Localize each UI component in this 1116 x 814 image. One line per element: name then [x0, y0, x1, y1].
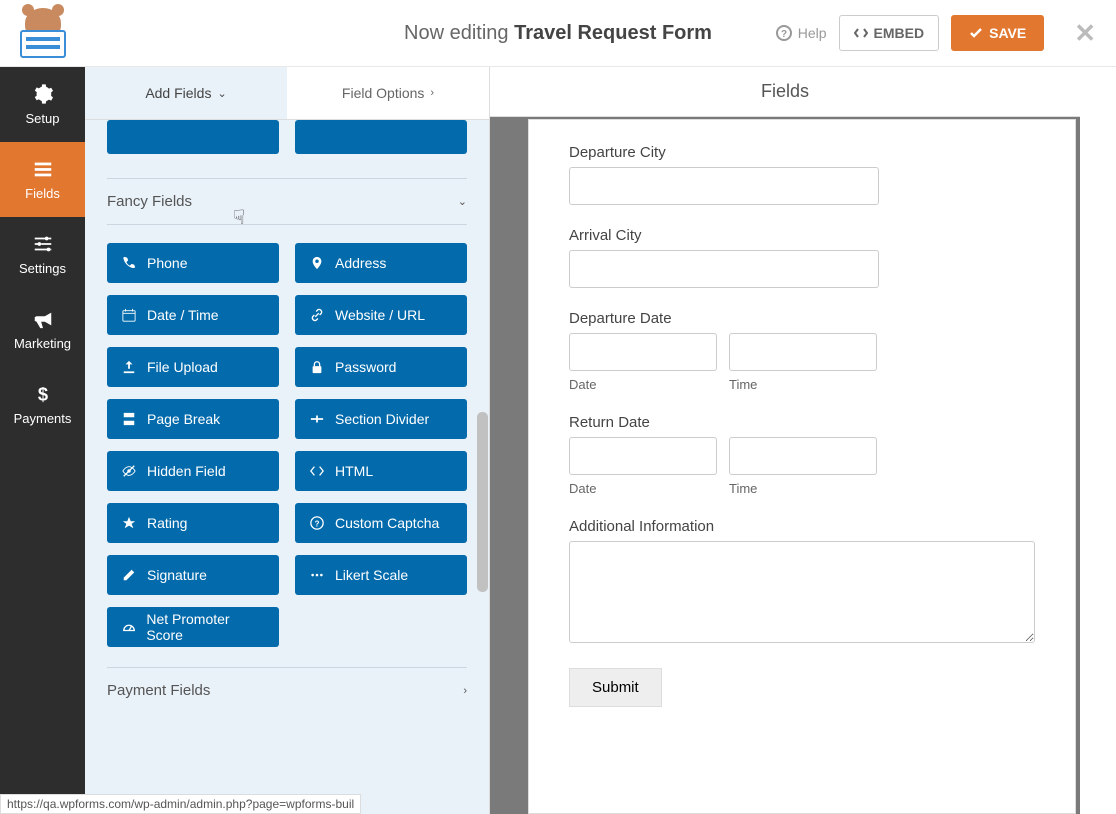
field-arrival-city[interactable]: Arrival City	[569, 227, 1035, 288]
label-arrival-city: Arrival City	[569, 227, 1035, 244]
chevron-down-icon: ⌄	[217, 87, 226, 100]
textarea-additional[interactable]	[569, 541, 1035, 643]
field-nps[interactable]: Net Promoter Score	[107, 607, 279, 647]
pagebreak-icon	[121, 411, 137, 427]
chevron-down-icon: ⌄	[458, 195, 467, 208]
link-icon	[309, 307, 325, 323]
field-departure-date[interactable]: Departure Date Date Time	[569, 310, 1035, 392]
editing-title: Now editing Travel Request Form	[404, 22, 712, 45]
gear-icon	[32, 83, 54, 105]
sliders-icon	[32, 233, 54, 255]
nav-setup-label: Setup	[26, 111, 60, 126]
nav-settings-label: Settings	[19, 261, 66, 276]
tab-field-options[interactable]: Field Options›	[287, 67, 489, 119]
divider-icon	[309, 411, 325, 427]
submit-button[interactable]: Submit	[569, 668, 662, 707]
field-password[interactable]: Password	[295, 347, 467, 387]
wpforms-logo	[12, 8, 74, 58]
nav-setup[interactable]: Setup	[0, 67, 85, 142]
nav-fields[interactable]: Fields	[0, 142, 85, 217]
phone-icon	[121, 255, 137, 271]
dollar-icon: $	[32, 383, 54, 405]
field-fileupload[interactable]: File Upload	[107, 347, 279, 387]
nav-fields-label: Fields	[25, 186, 60, 201]
scrollbar-leftpanel[interactable]	[477, 412, 488, 592]
form-icon	[32, 158, 54, 180]
code-icon	[854, 26, 868, 40]
pencil-icon	[121, 567, 137, 583]
svg-text:$: $	[37, 383, 47, 404]
sublabel-time: Time	[729, 377, 877, 392]
tab-add-fields[interactable]: Add Fields⌄	[85, 67, 287, 119]
sublabel-date: Date	[569, 377, 717, 392]
prev-field-cutoff-1[interactable]	[107, 120, 279, 154]
pin-icon	[309, 255, 325, 271]
section-payment-fields[interactable]: Payment Fields ›	[107, 667, 467, 713]
field-captcha[interactable]: ?Custom Captcha	[295, 503, 467, 543]
section-fancy-fields[interactable]: Fancy Fields ⌄	[107, 178, 467, 225]
label-return-date: Return Date	[569, 414, 1035, 431]
lock-icon	[309, 359, 325, 375]
calendar-icon	[121, 307, 137, 323]
upload-icon	[121, 359, 137, 375]
header-bar: Now editing Travel Request Form ? Help E…	[0, 0, 1116, 67]
save-button[interactable]: SAVE	[951, 15, 1044, 51]
input-departure-city[interactable]	[569, 167, 879, 205]
nav-marketing-label: Marketing	[14, 336, 71, 351]
svg-text:?: ?	[781, 29, 787, 40]
main-heading: Fields	[490, 67, 1080, 117]
label-additional: Additional Information	[569, 518, 1035, 535]
field-rating[interactable]: Rating	[107, 503, 279, 543]
field-html[interactable]: HTML	[295, 451, 467, 491]
ellipsis-icon	[309, 567, 325, 583]
nav-payments[interactable]: $ Payments	[0, 367, 85, 442]
input-return-time[interactable]	[729, 437, 877, 475]
close-icon[interactable]: ✕	[1074, 18, 1096, 49]
input-departure-date[interactable]	[569, 333, 717, 371]
main-area: Fields Departure City Arrival City Depar…	[490, 67, 1080, 814]
field-return-date[interactable]: Return Date Date Time	[569, 414, 1035, 496]
sublabel-time: Time	[729, 481, 877, 496]
chevron-right-icon: ›	[430, 87, 434, 99]
gauge-icon	[121, 619, 136, 635]
label-departure-city: Departure City	[569, 144, 1035, 161]
question-icon: ?	[309, 515, 325, 531]
field-hidden[interactable]: Hidden Field	[107, 451, 279, 491]
label-departure-date: Departure Date	[569, 310, 1035, 327]
sublabel-date: Date	[569, 481, 717, 496]
field-additional-info[interactable]: Additional Information	[569, 518, 1035, 646]
sidebar-nav: Setup Fields Settings Marketing $ Paymen…	[0, 67, 85, 814]
embed-button[interactable]: EMBED	[839, 15, 940, 51]
star-icon	[121, 515, 137, 531]
field-divider[interactable]: Section Divider	[295, 399, 467, 439]
status-bar-url: https://qa.wpforms.com/wp-admin/admin.ph…	[0, 794, 361, 814]
help-link[interactable]: ? Help	[776, 25, 827, 41]
input-departure-time[interactable]	[729, 333, 877, 371]
help-icon: ?	[776, 25, 792, 41]
field-departure-city[interactable]: Departure City	[569, 144, 1035, 205]
field-signature[interactable]: Signature	[107, 555, 279, 595]
prev-field-cutoff-2[interactable]	[295, 120, 467, 154]
input-return-date[interactable]	[569, 437, 717, 475]
field-address[interactable]: Address	[295, 243, 467, 283]
chevron-right-icon: ›	[463, 685, 467, 697]
bullhorn-icon	[32, 308, 54, 330]
field-pagebreak[interactable]: Page Break	[107, 399, 279, 439]
input-arrival-city[interactable]	[569, 250, 879, 288]
field-datetime[interactable]: Date / Time	[107, 295, 279, 335]
nav-marketing[interactable]: Marketing	[0, 292, 85, 367]
field-website[interactable]: Website / URL	[295, 295, 467, 335]
nav-payments-label: Payments	[14, 411, 72, 426]
fields-panel: Add Fields⌄ Field Options› Fancy Fields …	[85, 67, 490, 814]
field-phone[interactable]: Phone	[107, 243, 279, 283]
code-icon	[309, 463, 325, 479]
check-icon	[969, 26, 983, 40]
form-preview: Departure City Arrival City Departure Da…	[528, 119, 1076, 814]
eye-slash-icon	[121, 463, 137, 479]
field-likert[interactable]: Likert Scale	[295, 555, 467, 595]
nav-settings[interactable]: Settings	[0, 217, 85, 292]
svg-text:?: ?	[315, 520, 320, 529]
